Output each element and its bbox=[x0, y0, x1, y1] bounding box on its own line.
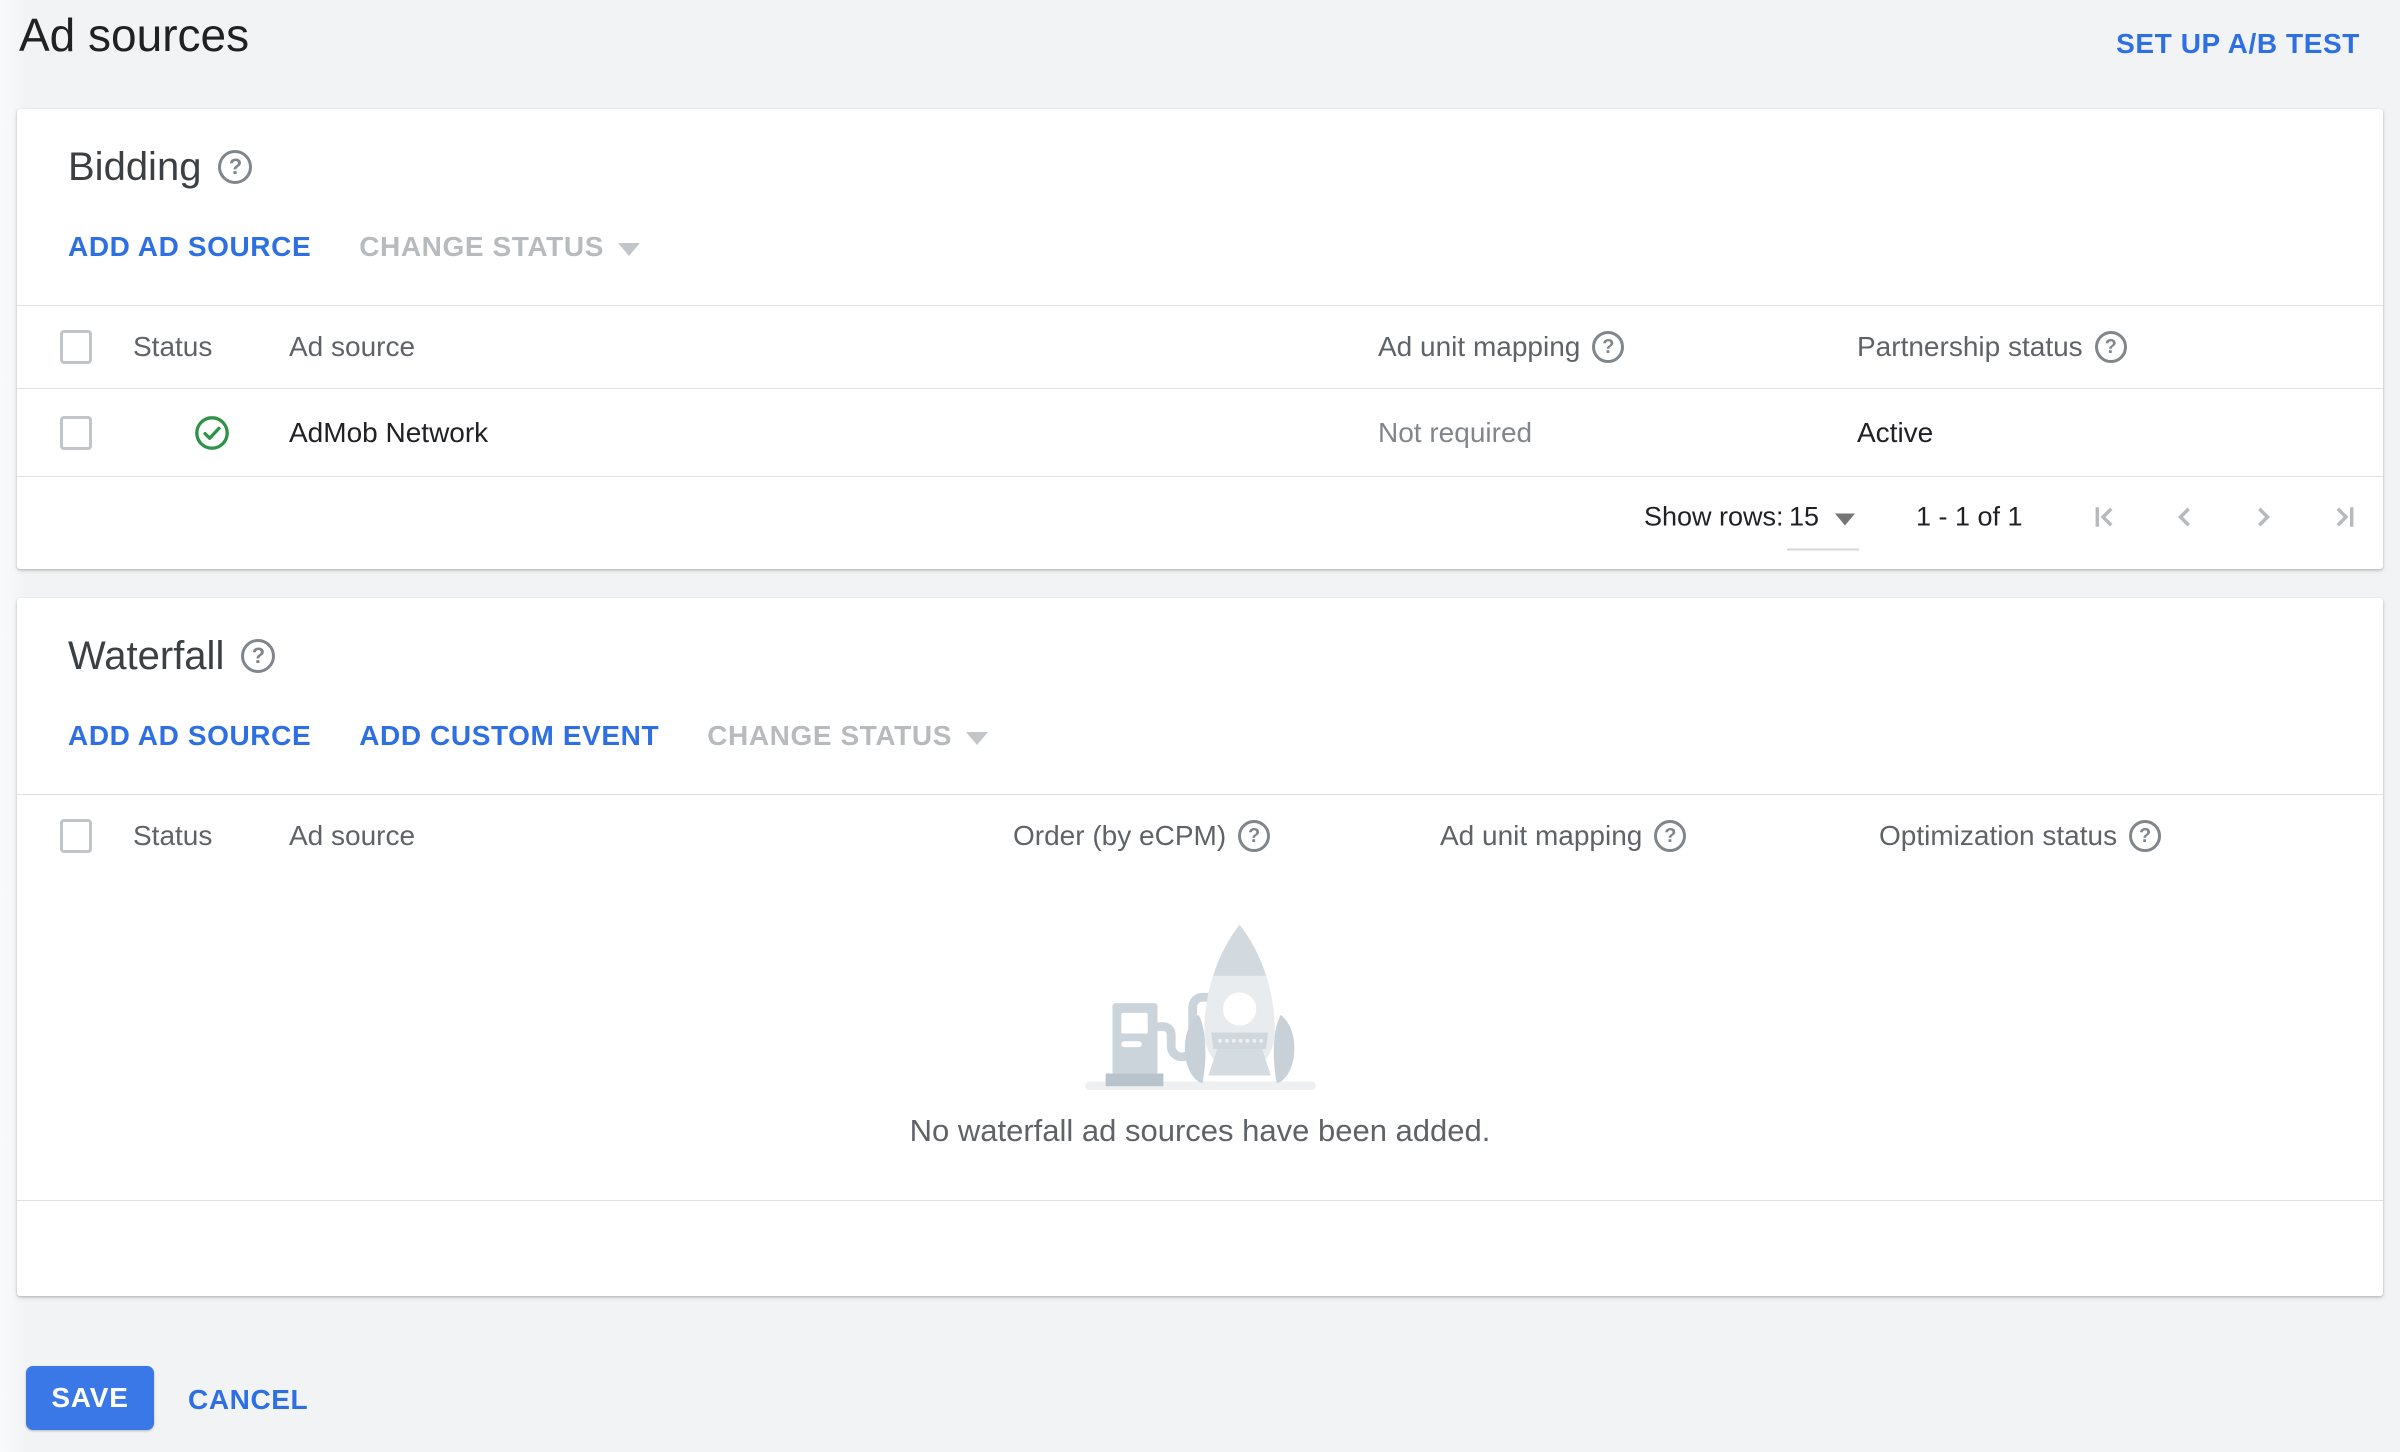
waterfall-header-status: Status bbox=[133, 820, 213, 851]
rows-per-page-select[interactable]: 15 bbox=[1786, 501, 1860, 551]
bidding-pagination: Show rows: 15 1 - 1 of 1 bbox=[17, 476, 2383, 568]
next-page-icon[interactable] bbox=[2245, 499, 2281, 535]
cancel-button[interactable]: CANCEL bbox=[188, 1384, 308, 1416]
waterfall-empty-message: No waterfall ad sources have been added. bbox=[909, 1113, 1491, 1148]
ad-unit-mapping-help-icon[interactable]: ? bbox=[1654, 820, 1687, 852]
bidding-header-ad-source: Ad source bbox=[289, 331, 416, 362]
select-caret-icon bbox=[1835, 513, 1856, 526]
waterfall-card-footer bbox=[17, 1200, 2383, 1297]
waterfall-empty-state: No waterfall ad sources have been added. bbox=[17, 877, 2383, 1200]
bidding-table-row: AdMob Network Not required Active bbox=[17, 388, 2383, 476]
bidding-header-status: Status bbox=[133, 331, 213, 362]
setup-ab-test-link[interactable]: SET UP A/B TEST bbox=[2116, 28, 2360, 60]
previous-page-icon[interactable] bbox=[2167, 499, 2203, 535]
rows-per-page-value: 15 bbox=[1789, 501, 1820, 532]
waterfall-add-custom-event-button[interactable]: ADD CUSTOM EVENT bbox=[359, 720, 659, 752]
bidding-card: Bidding ? ADD AD SOURCE CHANGE STATUS St… bbox=[17, 109, 2383, 569]
status-active-check-icon bbox=[193, 414, 231, 452]
waterfall-header-order: Order (by eCPM) ? bbox=[1013, 820, 1271, 852]
top-bar: Ad sources SET UP A/B TEST bbox=[0, 0, 2400, 109]
page-footer: SAVE CANCEL bbox=[0, 1296, 2400, 1452]
bidding-select-all-checkbox[interactable] bbox=[60, 330, 92, 364]
bidding-header-partnership-status: Partnership status ? bbox=[1857, 331, 2127, 363]
save-button[interactable]: SAVE bbox=[26, 1366, 154, 1430]
bidding-row-checkbox[interactable] bbox=[60, 415, 92, 450]
page-title: Ad sources bbox=[19, 9, 250, 61]
first-page-icon[interactable] bbox=[2088, 499, 2124, 535]
ad-unit-mapping-help-icon[interactable]: ? bbox=[1592, 331, 1625, 363]
bidding-change-status-label: CHANGE STATUS bbox=[359, 231, 604, 262]
bidding-change-status-button[interactable]: CHANGE STATUS bbox=[359, 231, 640, 263]
waterfall-add-ad-source-button[interactable]: ADD AD SOURCE bbox=[68, 720, 311, 752]
rocket-fuel-pump-illustration bbox=[1084, 924, 1316, 1091]
partnership-status-help-icon[interactable]: ? bbox=[2094, 331, 2127, 363]
bidding-card-header: Bidding ? ADD AD SOURCE CHANGE STATUS bbox=[17, 109, 2383, 305]
last-page-icon[interactable] bbox=[2325, 499, 2361, 535]
waterfall-header-ad-source: Ad source bbox=[289, 820, 416, 851]
bidding-add-ad-source-button[interactable]: ADD AD SOURCE bbox=[68, 231, 311, 263]
bidding-section-title: Bidding bbox=[68, 144, 202, 189]
chevron-down-icon bbox=[617, 242, 640, 256]
waterfall-table-header-row: Status Ad source Order (by eCPM) ? Ad un… bbox=[17, 794, 2383, 877]
waterfall-card-header: Waterfall ? ADD AD SOURCE ADD CUSTOM EVE… bbox=[17, 598, 2383, 794]
bidding-cell-ad-unit-mapping: Not required bbox=[1378, 416, 1533, 448]
bidding-help-icon[interactable]: ? bbox=[218, 150, 253, 184]
waterfall-change-status-label: CHANGE STATUS bbox=[707, 720, 952, 751]
bidding-cell-ad-source: AdMob Network bbox=[289, 416, 489, 448]
bidding-header-ad-unit-mapping: Ad unit mapping ? bbox=[1378, 331, 1625, 363]
waterfall-change-status-button[interactable]: CHANGE STATUS bbox=[707, 720, 988, 752]
bidding-table-header-row: Status Ad source Ad unit mapping ? Partn… bbox=[17, 305, 2383, 388]
waterfall-card: Waterfall ? ADD AD SOURCE ADD CUSTOM EVE… bbox=[17, 598, 2383, 1296]
chevron-down-icon bbox=[965, 731, 988, 745]
optimization-status-help-icon[interactable]: ? bbox=[2129, 820, 2162, 852]
waterfall-help-icon[interactable]: ? bbox=[241, 639, 276, 673]
pagination-range: 1 - 1 of 1 bbox=[1916, 501, 2023, 532]
waterfall-header-ad-unit-mapping: Ad unit mapping ? bbox=[1440, 820, 1687, 852]
show-rows-label: Show rows: bbox=[1644, 501, 1784, 532]
waterfall-header-optimization-status: Optimization status ? bbox=[1879, 820, 2162, 852]
waterfall-select-all-checkbox[interactable] bbox=[60, 819, 92, 853]
order-by-ecpm-help-icon[interactable]: ? bbox=[1238, 820, 1271, 852]
bidding-cell-partnership-status: Active bbox=[1857, 416, 1934, 448]
waterfall-section-title: Waterfall bbox=[68, 633, 225, 678]
